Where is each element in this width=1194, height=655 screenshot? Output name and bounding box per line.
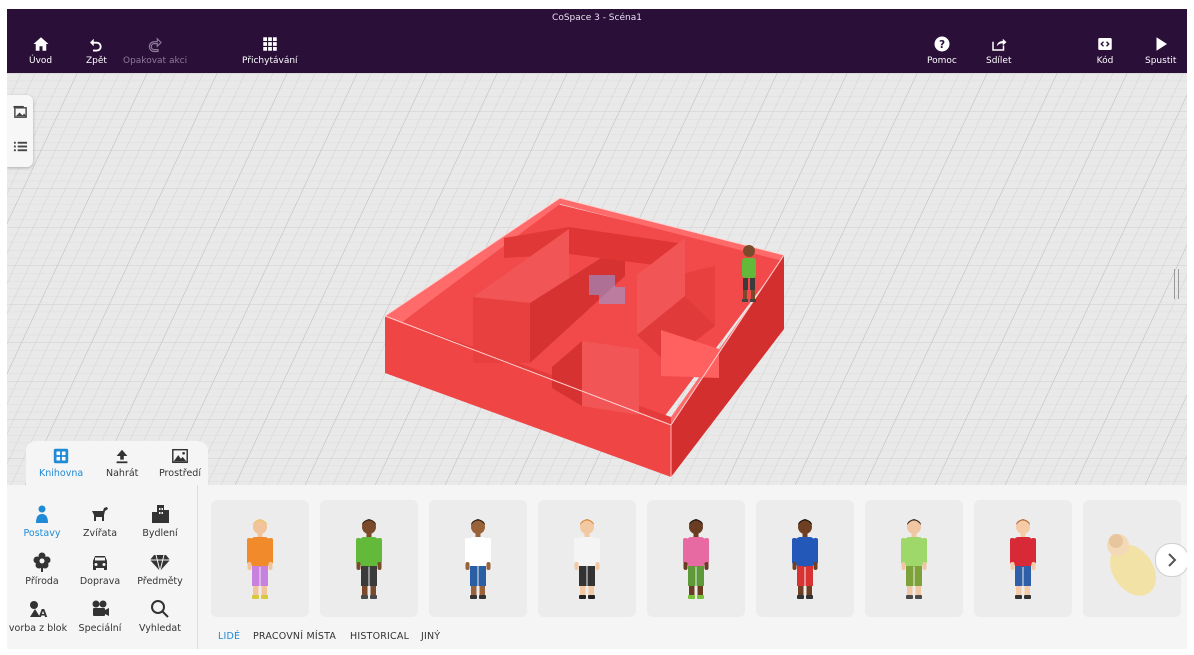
share-icon <box>992 38 1007 51</box>
chevron-right-icon <box>1168 553 1177 567</box>
character-figure <box>1010 519 1036 599</box>
scene-viewport[interactable] <box>7 73 1187 485</box>
run-label: Spustit <box>1145 56 1177 66</box>
category-label: Předměty <box>137 576 183 587</box>
svg-text:A: A <box>39 607 48 620</box>
category-build-blocks[interactable]: A vorba z blok <box>8 598 68 634</box>
subtab-other[interactable]: JINÝ <box>421 631 440 642</box>
category-label: Zvířata <box>82 528 118 539</box>
buildings-icon <box>152 505 169 523</box>
redo-button[interactable]: Opakovat akci <box>123 35 187 71</box>
character-figure <box>247 519 273 599</box>
side-panel <box>7 95 33 167</box>
top-toolbar: CoSpace 3 - Scéna1 Úvod Zpět Opakovat ak… <box>7 9 1187 73</box>
share-label: Sdílet <box>986 56 1012 66</box>
category-label: Postavy <box>23 528 61 539</box>
character-card[interactable] <box>320 500 418 617</box>
home-icon <box>33 37 49 51</box>
list-icon[interactable] <box>13 139 28 154</box>
category-label: Příroda <box>25 576 59 587</box>
undo-label: Zpět <box>86 56 107 66</box>
character-card[interactable] <box>756 500 854 617</box>
dog-icon <box>92 507 108 521</box>
tab-environment[interactable]: Prostředí <box>159 447 201 479</box>
snap-button[interactable]: Přichytávání <box>242 35 298 71</box>
upload-icon <box>116 449 128 464</box>
grid-icon <box>263 37 277 51</box>
help-label: Pomoc <box>927 56 957 66</box>
category-search[interactable]: Vyhledat <box>130 598 190 634</box>
character-figure <box>465 519 491 599</box>
character-figure <box>792 519 818 599</box>
snap-label: Přichytávání <box>242 56 298 66</box>
code-icon <box>1098 38 1112 50</box>
undo-button[interactable]: Zpět <box>86 35 107 71</box>
camera-icon <box>92 600 109 616</box>
play-icon <box>1156 37 1167 51</box>
character-card[interactable] <box>538 500 636 617</box>
character-card[interactable] <box>429 500 527 617</box>
code-button[interactable]: Kód <box>1096 35 1114 71</box>
help-icon: ? <box>934 36 950 52</box>
app-window: CoSpace 3 - Scéna1 Úvod Zpět Opakovat ak… <box>7 9 1187 649</box>
category-transport[interactable]: Doprava <box>70 551 130 587</box>
window-title: CoSpace 3 - Scéna1 <box>552 13 642 23</box>
flower-icon <box>33 552 51 572</box>
character-card[interactable] <box>211 500 309 617</box>
category-nature[interactable]: Příroda <box>12 551 72 587</box>
person-icon <box>36 505 48 523</box>
code-label: Kód <box>1096 56 1114 66</box>
svg-text:?: ? <box>939 39 945 51</box>
tab-library[interactable]: Knihovna <box>39 447 83 479</box>
category-special[interactable]: Speciální <box>70 598 130 634</box>
resize-handle[interactable] <box>1174 269 1179 299</box>
character-figure <box>901 519 927 599</box>
category-label: vorba z blok <box>8 623 68 634</box>
category-characters[interactable]: Postavy <box>12 503 72 539</box>
redo-label: Opakovat akci <box>123 56 188 66</box>
search-icon <box>151 600 169 618</box>
category-grid: Postavy Zvířata Bydlení Příroda Doprava … <box>7 485 198 649</box>
tab-upload-label: Nahrát <box>106 468 139 479</box>
library-icon <box>53 448 69 464</box>
library-tabs: Knihovna Nahrát Prostředí <box>26 441 208 487</box>
redo-icon <box>148 37 162 53</box>
gem-icon <box>150 554 170 572</box>
character-figure <box>356 519 382 599</box>
character-card[interactable] <box>865 500 963 617</box>
home-button[interactable]: Úvod <box>29 35 52 71</box>
environment-icon <box>172 448 188 464</box>
category-objects[interactable]: Předměty <box>130 551 190 587</box>
tab-library-label: Knihovna <box>39 468 84 479</box>
character-figure <box>683 519 709 599</box>
subtab-workplaces[interactable]: PRACOVNÍ MÍSTA <box>253 631 336 642</box>
subtab-historical[interactable]: HISTORICAL <box>350 631 409 642</box>
tab-environment-label: Prostředí <box>159 468 201 479</box>
car-icon <box>93 556 107 570</box>
next-page-button[interactable] <box>1155 543 1187 577</box>
build-blocks-icon: A <box>30 601 48 620</box>
category-label: Bydlení <box>142 528 178 539</box>
category-animals[interactable]: Zvířata <box>70 503 130 539</box>
home-label: Úvod <box>29 56 53 66</box>
category-label: Speciální <box>78 623 122 634</box>
help-button[interactable]: ? Pomoc <box>927 35 957 71</box>
library-panel: Postavy Zvířata Bydlení Příroda Doprava … <box>7 485 1187 649</box>
gallery-icon[interactable] <box>13 105 28 120</box>
character-card[interactable] <box>974 500 1072 617</box>
category-housing[interactable]: Bydlení <box>130 503 190 539</box>
scene-canvas <box>7 73 1187 485</box>
undo-icon <box>90 38 103 52</box>
character-figure <box>574 519 600 599</box>
character-card[interactable] <box>647 500 745 617</box>
subtab-people[interactable]: LIDÉ <box>218 631 240 642</box>
run-button[interactable]: Spustit <box>1145 35 1176 71</box>
category-label: Vyhledat <box>139 623 181 634</box>
share-button[interactable]: Sdílet <box>986 35 1012 71</box>
category-label: Doprava <box>79 576 121 587</box>
tab-upload[interactable]: Nahrát <box>106 447 138 479</box>
